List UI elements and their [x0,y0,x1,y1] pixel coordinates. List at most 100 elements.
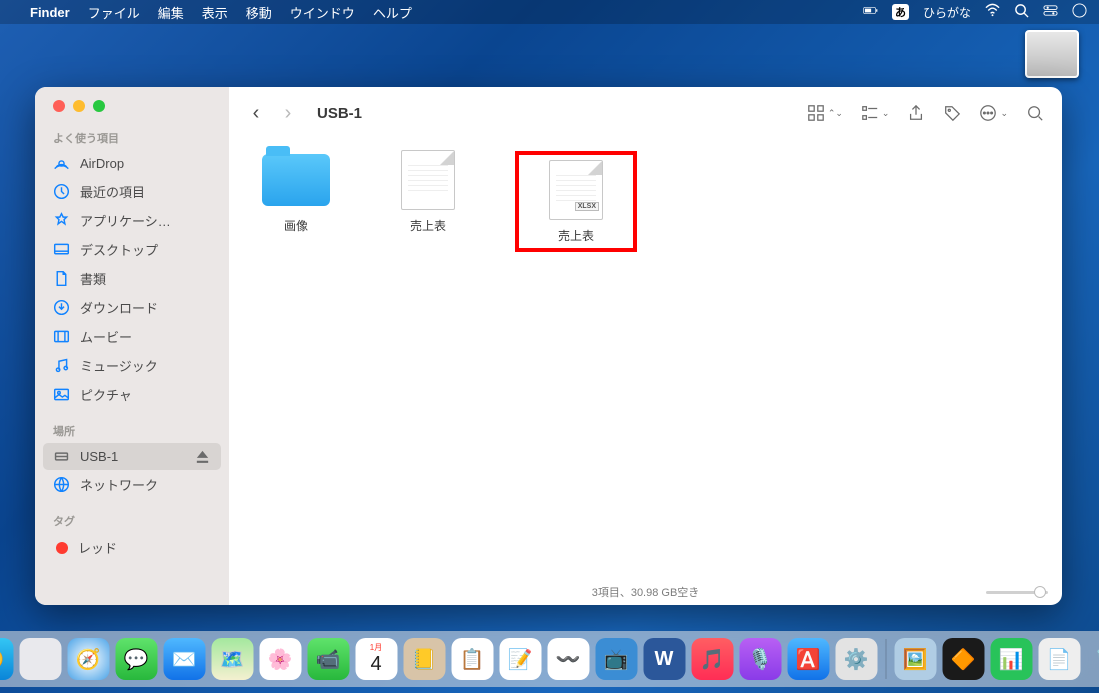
dock-freeform[interactable]: 〰️ [547,638,589,680]
dock-shortcuts[interactable]: 🔶 [942,638,984,680]
dock-safari[interactable]: 🧭 [67,638,109,680]
control-center-icon[interactable] [1043,3,1058,21]
view-icons-button[interactable]: ⌃⌄ [807,104,843,122]
dock-facetime[interactable]: 📹 [307,638,349,680]
dock-tv[interactable]: 📺 [595,638,637,680]
dock-launchpad[interactable] [19,638,61,680]
sidebar-item-recents[interactable]: 最近の項目 [35,177,229,206]
fullscreen-button[interactable] [93,100,105,112]
document-icon [401,150,455,210]
menu-file[interactable]: ファイル [88,3,140,22]
sidebar-item-label: アプリケーシ… [80,211,171,230]
sidebar-item-label: ピクチャ [80,385,132,404]
dock-trash[interactable]: 🗑️ [1086,638,1099,680]
tag-dot-icon [56,542,68,554]
sidebar-item-downloads[interactable]: ダウンロード [35,293,229,322]
dock-settings[interactable]: ⚙️ [835,638,877,680]
file-label: 売上表 [558,227,594,244]
share-button[interactable] [907,104,925,122]
sidebar-item-music[interactable]: ミュージック [35,351,229,380]
sidebar-item-documents[interactable]: 書類 [35,264,229,293]
dock-word[interactable]: W [643,638,685,680]
finder-statusbar: 3項目、30.98 GB空き [229,579,1062,605]
sidebar-item-label: 最近の項目 [80,182,145,201]
file-badge: XLSX [575,202,599,211]
nav-forward-button[interactable]: › [279,102,297,125]
zoom-slider[interactable] [986,586,1046,598]
dock-podcasts[interactable]: 🎙️ [739,638,781,680]
sidebar-item-label: レッド [78,538,117,557]
sidebar-item-label: 書類 [80,269,106,288]
menu-help[interactable]: ヘルプ [373,3,412,22]
eject-icon[interactable] [194,448,211,465]
sidebar-item-applications[interactable]: アプリケーシ… [35,206,229,235]
battery-icon[interactable] [863,3,878,21]
search-button[interactable] [1026,104,1044,122]
dock-mail[interactable]: ✉️ [163,638,205,680]
dock: 🙂 🧭 💬 ✉️ 🗺️ 🌸 📹 1月4 📒 📋 📝 〰️ 📺 W 🎵 🎙️ 🅰️… [0,631,1099,687]
desktop-drive-icon[interactable] [1025,30,1079,78]
dock-numbers[interactable]: 📊 [990,638,1032,680]
xlsx-icon: XLSX [549,160,603,220]
dock-calendar[interactable]: 1月4 [355,638,397,680]
cal-day: 4 [370,653,381,676]
group-button[interactable]: ⌄ [861,104,890,122]
dock-notes[interactable]: 📝 [499,638,541,680]
sidebar-item-label: USB-1 [80,449,118,464]
file-label: 売上表 [410,217,446,234]
sidebar-item-airdrop[interactable]: AirDrop [35,150,229,177]
sidebar-locations-header: 場所 [35,419,229,443]
sidebar-item-label: AirDrop [80,156,124,171]
finder-content[interactable]: 画像 売上表 XLSX 売上表 [229,139,1062,579]
minimize-button[interactable] [73,100,85,112]
sidebar-item-pictures[interactable]: ピクチャ [35,380,229,409]
sidebar-item-desktop[interactable]: デスクトップ [35,235,229,264]
sidebar-location-usb[interactable]: USB-1 [43,443,221,470]
sidebar-item-label: ダウンロード [80,298,158,317]
status-text: 3項目、30.98 GB空き [592,584,700,600]
sidebar-item-label: ミュージック [80,356,158,375]
cal-month: 1月 [370,642,382,653]
dock-contacts[interactable]: 📒 [403,638,445,680]
sidebar-item-label: ムービー [80,327,132,346]
dock-pages[interactable]: 📄 [1038,638,1080,680]
sidebar-tags-header: タグ [35,509,229,533]
dock-photos[interactable]: 🌸 [259,638,301,680]
ime-label[interactable]: ひらがな [923,4,971,21]
dock-messages[interactable]: 💬 [115,638,157,680]
menu-go[interactable]: 移動 [246,3,272,22]
tags-button[interactable] [943,104,961,122]
menu-view[interactable]: 表示 [202,3,228,22]
wifi-icon[interactable] [985,3,1000,21]
file-item-xlsx[interactable]: XLSX 売上表 [531,161,621,244]
siri-icon[interactable] [1072,3,1087,21]
dock-appstore[interactable]: 🅰️ [787,638,829,680]
window-controls [35,97,229,126]
action-button[interactable]: ⌄ [979,104,1008,122]
file-item-document[interactable]: 売上表 [383,151,473,234]
sidebar-item-label: デスクトップ [80,240,158,259]
finder-main: ‹ › USB-1 ⌃⌄ ⌄ ⌄ 画像 売上表 [229,87,1062,605]
sidebar-tag-red[interactable]: レッド [35,533,229,562]
dock-finder[interactable]: 🙂 [0,638,13,680]
sidebar-item-movies[interactable]: ムービー [35,322,229,351]
dock-reminders[interactable]: 📋 [451,638,493,680]
nav-back-button[interactable]: ‹ [247,102,265,125]
ime-badge[interactable]: あ [892,4,909,20]
file-label: 画像 [284,217,308,234]
dock-preview[interactable]: 🖼️ [894,638,936,680]
menu-edit[interactable]: 編集 [158,3,184,22]
spotlight-icon[interactable] [1014,3,1029,21]
dock-music[interactable]: 🎵 [691,638,733,680]
finder-window: よく使う項目 AirDrop 最近の項目 アプリケーシ… デスクトップ 書類 ダ… [35,87,1062,605]
os-menubar: Finder ファイル 編集 表示 移動 ウインドウ ヘルプ あ ひらがな [0,0,1099,24]
window-title: USB-1 [317,105,362,122]
menu-window[interactable]: ウインドウ [290,3,355,22]
close-button[interactable] [53,100,65,112]
finder-toolbar: ‹ › USB-1 ⌃⌄ ⌄ ⌄ [229,87,1062,139]
sidebar-favorites-header: よく使う項目 [35,126,229,150]
dock-maps[interactable]: 🗺️ [211,638,253,680]
app-name[interactable]: Finder [30,5,70,20]
sidebar-location-network[interactable]: ネットワーク [35,470,229,499]
file-item-folder[interactable]: 画像 [251,151,341,234]
